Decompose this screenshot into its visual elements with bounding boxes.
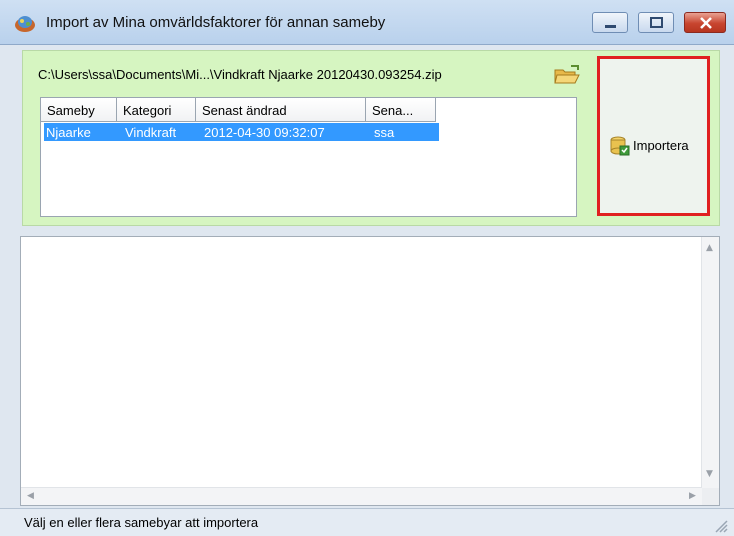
open-folder-icon <box>554 65 580 84</box>
close-button[interactable] <box>684 12 726 33</box>
status-text: Välj en eller flera samebyar att importe… <box>24 515 259 530</box>
resize-grip-icon[interactable] <box>712 517 728 533</box>
cell-senast-andrad: 2012-04-30 09:32:07 <box>204 125 325 140</box>
window-title: Import av Mina omvärldsfaktorer för anna… <box>46 14 386 31</box>
file-path-label: C:\Users\ssa\Documents\Mi...\Vindkraft N… <box>38 67 442 82</box>
scroll-right-icon[interactable]: ▶ <box>689 491 696 501</box>
app-icon <box>15 16 35 32</box>
status-bar: Välj en eller flera samebyar att importe… <box>0 508 734 536</box>
database-import-icon <box>610 136 630 156</box>
horizontal-scrollbar[interactable]: ◀ ▶ <box>21 487 702 505</box>
title-bar[interactable]: Import av Mina omvärldsfaktorer för anna… <box>0 0 734 45</box>
import-window: Import av Mina omvärldsfaktorer för anna… <box>0 0 734 536</box>
list-header: Sameby Kategori Senast ändrad Sena... <box>41 98 576 122</box>
column-header-kategori[interactable]: Kategori <box>117 98 196 122</box>
column-header-sameby[interactable]: Sameby <box>41 98 117 122</box>
cell-sameby: Njaarke <box>46 125 91 140</box>
column-header-senast-andrad[interactable]: Senast ändrad <box>196 98 366 122</box>
minimize-button[interactable] <box>592 12 628 33</box>
maximize-icon <box>650 17 663 28</box>
open-file-button[interactable] <box>553 63 581 87</box>
cell-kategori: Vindkraft <box>125 125 177 140</box>
column-header-sena[interactable]: Sena... <box>366 98 436 122</box>
cell-sena: ssa <box>374 125 395 140</box>
table-row[interactable]: Njaarke Vindkraft 2012-04-30 09:32:07 ss… <box>44 123 439 141</box>
import-button[interactable]: Importera <box>597 56 710 216</box>
minimize-icon <box>605 25 616 28</box>
scroll-corner <box>702 488 719 505</box>
sameby-list[interactable]: Sameby Kategori Senast ändrad Sena... Nj… <box>40 97 577 217</box>
import-button-label: Importera <box>633 138 689 153</box>
log-output[interactable]: ▲ ▼ ◀ ▶ <box>20 236 720 506</box>
close-icon <box>700 17 712 29</box>
vertical-scrollbar[interactable]: ▲ ▼ <box>701 237 719 489</box>
scroll-up-icon[interactable]: ▲ <box>706 243 713 253</box>
maximize-button[interactable] <box>638 12 674 33</box>
scroll-left-icon[interactable]: ◀ <box>27 491 34 501</box>
scroll-down-icon[interactable]: ▼ <box>706 469 713 479</box>
